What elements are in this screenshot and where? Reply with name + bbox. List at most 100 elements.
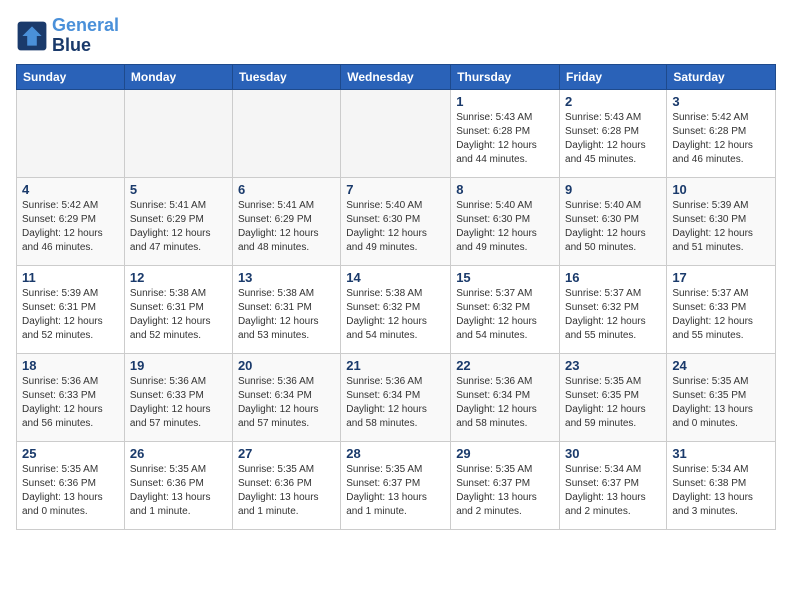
day-number: 15	[456, 270, 554, 285]
day-number: 27	[238, 446, 335, 461]
calendar-cell: 21Sunrise: 5:36 AM Sunset: 6:34 PM Dayli…	[341, 353, 451, 441]
day-info: Sunrise: 5:35 AM Sunset: 6:37 PM Dayligh…	[346, 463, 445, 519]
day-info: Sunrise: 5:35 AM Sunset: 6:36 PM Dayligh…	[130, 463, 227, 519]
day-info: Sunrise: 5:39 AM Sunset: 6:31 PM Dayligh…	[22, 287, 119, 343]
calendar-cell	[341, 89, 451, 177]
day-info: Sunrise: 5:43 AM Sunset: 6:28 PM Dayligh…	[456, 111, 554, 167]
day-number: 16	[565, 270, 661, 285]
week-row-3: 11 Sunrise: 5:39 AM Sunset: 6:31 PM Dayli…	[17, 265, 776, 353]
day-number: 7	[346, 182, 445, 197]
day-number: 18	[22, 358, 119, 373]
day-info: Sunrise: 5:36 AM Sunset: 6:34 PM Dayligh…	[456, 375, 554, 431]
column-header-sunday: Sunday	[17, 64, 125, 89]
day-info: Sunrise: 5:36 AM Sunset: 6:33 PM Dayligh…	[22, 375, 119, 431]
day-info: Sunrise: 5:38 AM Sunset: 6:32 PM Dayligh…	[346, 287, 445, 343]
calendar-cell: 12Sunrise: 5:38 AM Sunset: 6:31 PM Dayli…	[124, 265, 232, 353]
day-number: 26	[130, 446, 227, 461]
week-row-4: 18 Sunrise: 5:36 AM Sunset: 6:33 PM Dayli…	[17, 353, 776, 441]
day-number: 17	[672, 270, 770, 285]
day-number: 25	[22, 446, 119, 461]
calendar-cell: 18 Sunrise: 5:36 AM Sunset: 6:33 PM Dayli…	[17, 353, 125, 441]
day-number: 24	[672, 358, 770, 373]
week-row-1: 1Sunrise: 5:43 AM Sunset: 6:28 PM Daylig…	[17, 89, 776, 177]
day-info: Sunrise: 5:41 AM Sunset: 6:29 PM Dayligh…	[130, 199, 227, 255]
day-number: 23	[565, 358, 661, 373]
calendar-cell: 4Sunrise: 5:42 AM Sunset: 6:29 PM Daylig…	[17, 177, 125, 265]
day-info: Sunrise: 5:37 AM Sunset: 6:33 PM Dayligh…	[672, 287, 770, 343]
calendar-cell: 7 Sunrise: 5:40 AM Sunset: 6:30 PM Daylig…	[341, 177, 451, 265]
day-number: 5	[130, 182, 227, 197]
calendar-cell	[124, 89, 232, 177]
day-number: 14	[346, 270, 445, 285]
calendar-cell: 10 Sunrise: 5:39 AM Sunset: 6:30 PM Dayli…	[667, 177, 776, 265]
calendar-cell	[232, 89, 340, 177]
day-number: 13	[238, 270, 335, 285]
day-info: Sunrise: 5:40 AM Sunset: 6:30 PM Dayligh…	[346, 199, 445, 255]
calendar-cell: 23 Sunrise: 5:35 AM Sunset: 6:35 PM Dayli…	[560, 353, 667, 441]
day-number: 12	[130, 270, 227, 285]
day-number: 8	[456, 182, 554, 197]
calendar-cell: 29 Sunrise: 5:35 AM Sunset: 6:37 PM Dayli…	[451, 441, 560, 529]
day-info: Sunrise: 5:35 AM Sunset: 6:35 PM Dayligh…	[565, 375, 661, 431]
day-number: 28	[346, 446, 445, 461]
day-number: 9	[565, 182, 661, 197]
calendar-cell: 24 Sunrise: 5:35 AM Sunset: 6:35 PM Dayli…	[667, 353, 776, 441]
day-info: Sunrise: 5:40 AM Sunset: 6:30 PM Dayligh…	[565, 199, 661, 255]
day-info: Sunrise: 5:37 AM Sunset: 6:32 PM Dayligh…	[456, 287, 554, 343]
calendar-cell: 26 Sunrise: 5:35 AM Sunset: 6:36 PM Dayli…	[124, 441, 232, 529]
calendar-table: SundayMondayTuesdayWednesdayThursdayFrid…	[16, 64, 776, 530]
week-row-5: 25 Sunrise: 5:35 AM Sunset: 6:36 PM Dayli…	[17, 441, 776, 529]
calendar-cell: 25 Sunrise: 5:35 AM Sunset: 6:36 PM Dayli…	[17, 441, 125, 529]
calendar-cell	[17, 89, 125, 177]
column-header-tuesday: Tuesday	[232, 64, 340, 89]
calendar-cell: 22 Sunrise: 5:36 AM Sunset: 6:34 PM Dayli…	[451, 353, 560, 441]
calendar-cell: 27 Sunrise: 5:35 AM Sunset: 6:36 PM Dayli…	[232, 441, 340, 529]
day-number: 19	[130, 358, 227, 373]
logo-text: GeneralBlue	[52, 16, 119, 56]
day-info: Sunrise: 5:34 AM Sunset: 6:38 PM Dayligh…	[672, 463, 770, 519]
day-info: Sunrise: 5:37 AM Sunset: 6:32 PM Dayligh…	[565, 287, 661, 343]
calendar-cell: 13 Sunrise: 5:38 AM Sunset: 6:31 PM Dayli…	[232, 265, 340, 353]
day-info: Sunrise: 5:34 AM Sunset: 6:37 PM Dayligh…	[565, 463, 661, 519]
day-info: Sunrise: 5:35 AM Sunset: 6:37 PM Dayligh…	[456, 463, 554, 519]
day-info: Sunrise: 5:41 AM Sunset: 6:29 PM Dayligh…	[238, 199, 335, 255]
day-number: 6	[238, 182, 335, 197]
calendar-body: 1Sunrise: 5:43 AM Sunset: 6:28 PM Daylig…	[17, 89, 776, 529]
day-number: 2	[565, 94, 661, 109]
day-info: Sunrise: 5:36 AM Sunset: 6:34 PM Dayligh…	[238, 375, 335, 431]
page-header: GeneralBlue	[16, 16, 776, 56]
calendar-cell: 28 Sunrise: 5:35 AM Sunset: 6:37 PM Dayli…	[341, 441, 451, 529]
day-number: 22	[456, 358, 554, 373]
day-info: Sunrise: 5:43 AM Sunset: 6:28 PM Dayligh…	[565, 111, 661, 167]
day-number: 10	[672, 182, 770, 197]
day-number: 11	[22, 270, 119, 285]
column-header-thursday: Thursday	[451, 64, 560, 89]
calendar-cell: 16 Sunrise: 5:37 AM Sunset: 6:32 PM Dayli…	[560, 265, 667, 353]
logo-icon	[16, 20, 48, 52]
day-number: 30	[565, 446, 661, 461]
day-info: Sunrise: 5:42 AM Sunset: 6:28 PM Dayligh…	[672, 111, 770, 167]
calendar-cell: 20Sunrise: 5:36 AM Sunset: 6:34 PM Dayli…	[232, 353, 340, 441]
calendar-header-row: SundayMondayTuesdayWednesdayThursdayFrid…	[17, 64, 776, 89]
calendar-cell: 31 Sunrise: 5:34 AM Sunset: 6:38 PM Dayli…	[667, 441, 776, 529]
column-header-friday: Friday	[560, 64, 667, 89]
day-info: Sunrise: 5:39 AM Sunset: 6:30 PM Dayligh…	[672, 199, 770, 255]
day-number: 29	[456, 446, 554, 461]
column-header-saturday: Saturday	[667, 64, 776, 89]
column-header-wednesday: Wednesday	[341, 64, 451, 89]
day-info: Sunrise: 5:36 AM Sunset: 6:34 PM Dayligh…	[346, 375, 445, 431]
calendar-cell: 19 Sunrise: 5:36 AM Sunset: 6:33 PM Dayli…	[124, 353, 232, 441]
day-info: Sunrise: 5:35 AM Sunset: 6:36 PM Dayligh…	[22, 463, 119, 519]
calendar-cell: 6 Sunrise: 5:41 AM Sunset: 6:29 PM Daylig…	[232, 177, 340, 265]
calendar-cell: 1Sunrise: 5:43 AM Sunset: 6:28 PM Daylig…	[451, 89, 560, 177]
day-info: Sunrise: 5:36 AM Sunset: 6:33 PM Dayligh…	[130, 375, 227, 431]
calendar-cell: 11 Sunrise: 5:39 AM Sunset: 6:31 PM Dayli…	[17, 265, 125, 353]
day-info: Sunrise: 5:42 AM Sunset: 6:29 PM Dayligh…	[22, 199, 119, 255]
day-info: Sunrise: 5:35 AM Sunset: 6:36 PM Dayligh…	[238, 463, 335, 519]
calendar-cell: 8Sunrise: 5:40 AM Sunset: 6:30 PM Daylig…	[451, 177, 560, 265]
calendar-cell: 30 Sunrise: 5:34 AM Sunset: 6:37 PM Dayli…	[560, 441, 667, 529]
day-number: 31	[672, 446, 770, 461]
day-number: 3	[672, 94, 770, 109]
day-info: Sunrise: 5:35 AM Sunset: 6:35 PM Dayligh…	[672, 375, 770, 431]
day-info: Sunrise: 5:38 AM Sunset: 6:31 PM Dayligh…	[238, 287, 335, 343]
